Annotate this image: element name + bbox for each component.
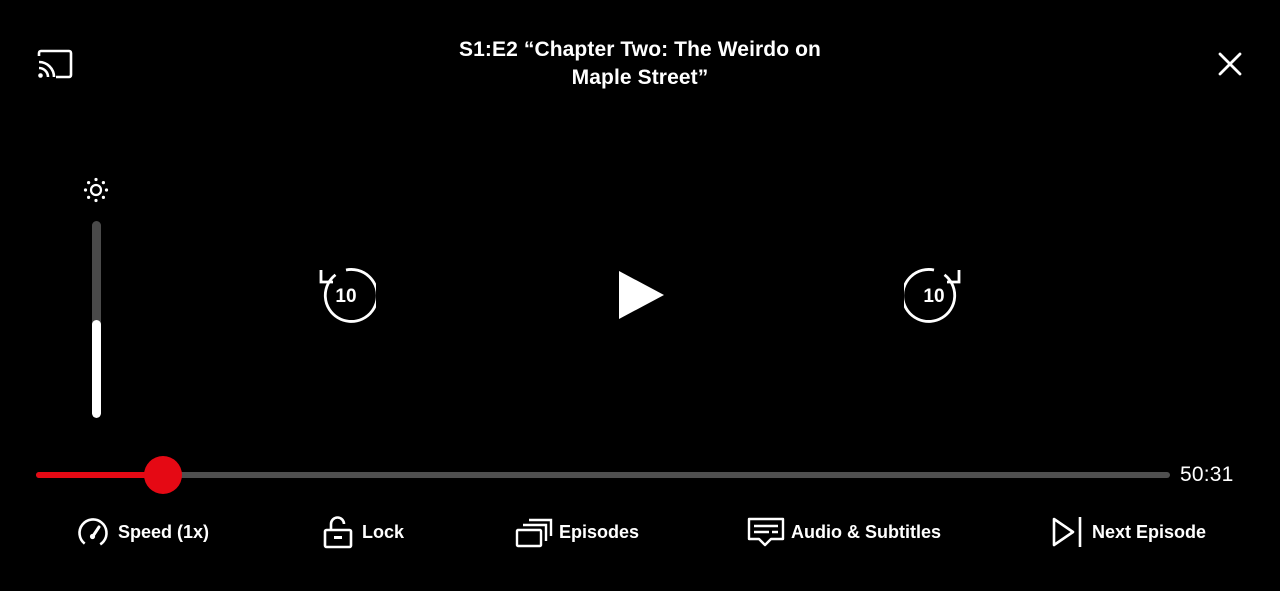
brightness-level-fill (92, 319, 101, 418)
rewind-10-button[interactable]: 10 (316, 266, 379, 326)
brightness-icon (82, 176, 110, 204)
episodes-button[interactable]: Episodes (515, 512, 639, 552)
close-button[interactable] (1214, 48, 1246, 80)
play-button[interactable] (612, 266, 670, 324)
close-icon (1218, 52, 1242, 76)
forward-10-button[interactable]: 10 (901, 266, 964, 326)
episodes-label: Episodes (559, 521, 640, 542)
speedometer-icon (78, 518, 108, 548)
audio-subtitles-button[interactable]: Audio & Subtitles (747, 512, 941, 552)
unlock-icon (323, 516, 353, 549)
speed-button[interactable]: Speed (1x) (76, 512, 209, 552)
lock-label: Lock (362, 521, 405, 542)
brightness-slider[interactable] (92, 221, 101, 418)
cast-icon (37, 49, 73, 79)
next-episode-label: Next Episode (1092, 521, 1207, 542)
play-icon (619, 271, 664, 319)
episode-title: S1:E2 “Chapter Two: The Weirdo on Maple … (390, 36, 890, 92)
episode-title-line-1: S1:E2 “Chapter Two: The Weirdo on (459, 38, 821, 61)
forward-seconds-label: 10 (923, 286, 945, 307)
lock-button[interactable]: Lock (322, 512, 404, 552)
progress-bar[interactable] (36, 456, 1170, 494)
progress-scrubber-handle[interactable] (144, 456, 182, 494)
time-remaining: 50:31 (1180, 463, 1234, 486)
episode-title-line-2: Maple Street” (571, 66, 709, 89)
rewind-seconds-label: 10 (335, 286, 357, 307)
subtitles-icon (747, 517, 785, 547)
audio-subtitles-label: Audio & Subtitles (791, 521, 941, 542)
next-episode-button[interactable]: Next Episode (1050, 512, 1206, 552)
cast-button[interactable] (36, 48, 74, 80)
speed-label: Speed (1x) (118, 521, 210, 542)
episodes-icon (515, 518, 553, 548)
next-episode-icon (1052, 517, 1082, 547)
